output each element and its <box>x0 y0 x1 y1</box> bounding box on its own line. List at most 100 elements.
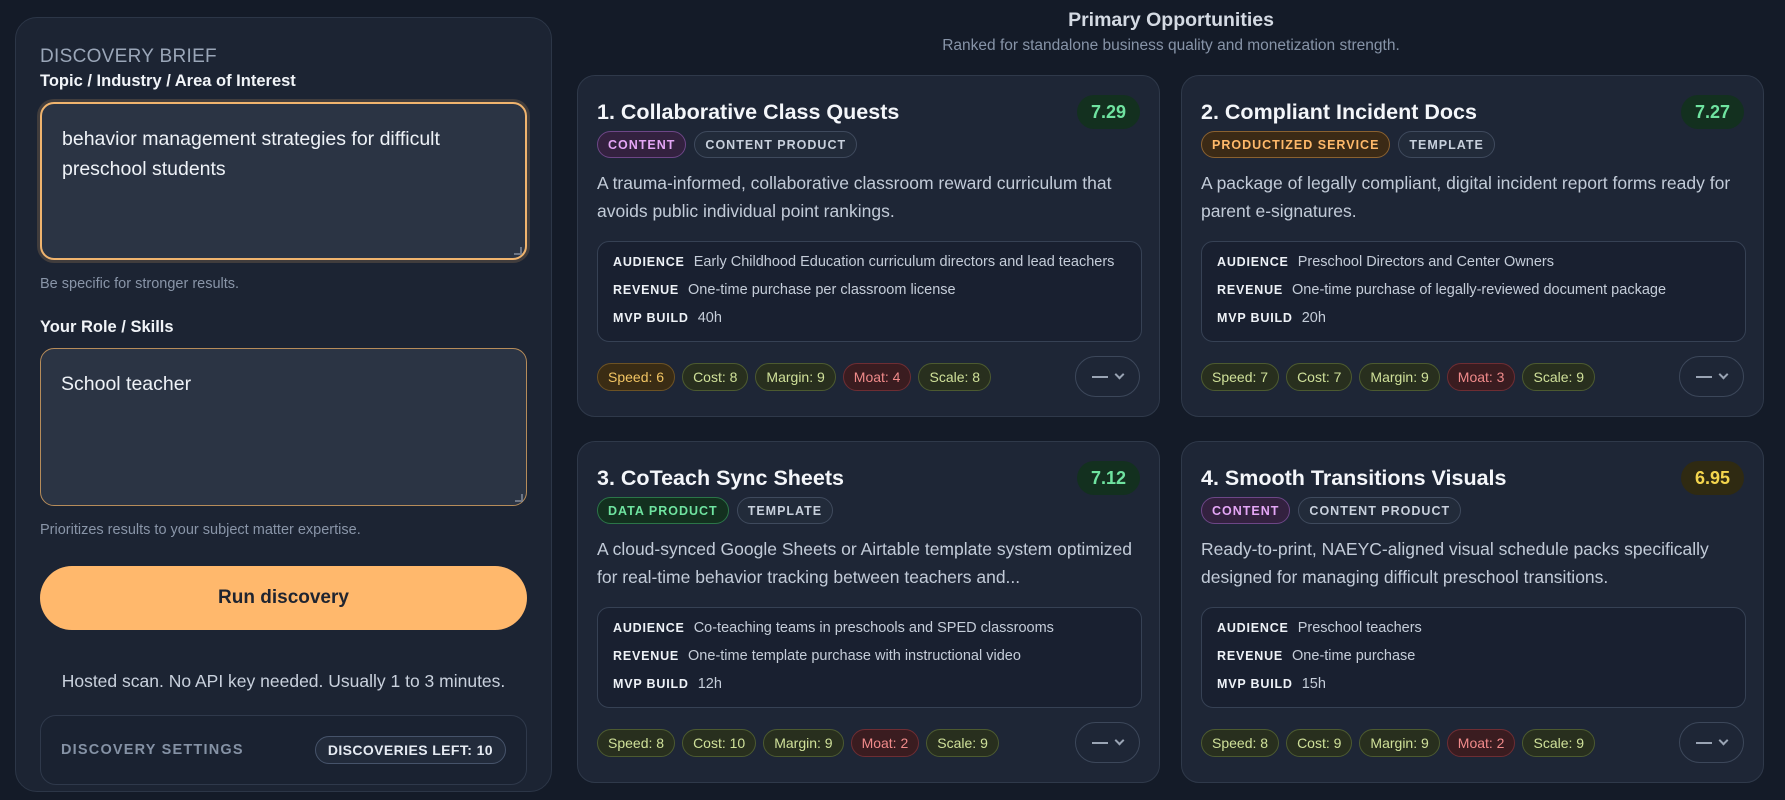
revenue-label: REVENUE <box>613 283 680 297</box>
role-input[interactable]: School teacher <box>40 348 527 506</box>
card-meta: AUDIENCE Co-teaching teams in preschools … <box>597 607 1142 708</box>
moat-metric: Moat: 4 <box>842 363 912 391</box>
score-badge: 7.12 <box>1076 461 1140 495</box>
page-title: Primary Opportunities <box>1068 9 1274 31</box>
revenue-label: REVENUE <box>1217 283 1284 297</box>
mvp-label: MVP BUILD <box>1217 677 1293 691</box>
expand-toggle[interactable] <box>1679 722 1744 763</box>
mvp-label: MVP BUILD <box>613 311 689 325</box>
type-tag: TEMPLATE <box>736 497 834 524</box>
cost-metric: Cost: 7 <box>1286 363 1353 391</box>
role-input-value: School teacher <box>61 373 192 395</box>
audience-value: Early Childhood Education curriculum dir… <box>693 254 1115 270</box>
revenue-label: REVENUE <box>613 649 680 663</box>
tag-list: PRODUCTIZED SERVICE TEMPLATE <box>1201 131 1495 158</box>
chevron-down-icon <box>1718 369 1729 380</box>
dash-icon <box>1092 375 1108 378</box>
score-badge: 7.29 <box>1076 95 1140 129</box>
mvp-label: MVP BUILD <box>1217 311 1293 325</box>
mvp-label: MVP BUILD <box>613 677 689 691</box>
card-description: A trauma-informed, collaborative classro… <box>597 173 1112 221</box>
audience-label: AUDIENCE <box>1217 621 1289 635</box>
hosted-note: Hosted scan. No API key needed. Usually … <box>61 671 506 691</box>
card-title: 3. CoTeach Sync Sheets <box>597 466 844 490</box>
cost-metric: Cost: 10 <box>682 729 757 757</box>
resize-handle-icon[interactable] <box>515 494 523 502</box>
card-description: A cloud-synced Google Sheets or Airtable… <box>597 539 1132 587</box>
speed-metric: Speed: 7 <box>1201 363 1280 391</box>
resize-handle-icon[interactable] <box>514 247 522 255</box>
discovery-brief-panel: DISCOVERY BRIEF Topic / Industry / Area … <box>15 17 552 792</box>
audience-value: Preschool teachers <box>1297 620 1422 636</box>
category-tag: CONTENT <box>1201 497 1291 524</box>
topic-input-value: behavior management strategies for diffi… <box>62 128 440 180</box>
role-hint: Prioritizes results to your subject matt… <box>40 522 361 538</box>
margin-metric: Margin: 9 <box>1359 729 1440 757</box>
revenue-value: One-time template purchase with instruct… <box>688 648 1021 664</box>
expand-toggle[interactable] <box>1679 356 1744 397</box>
topic-label: Topic / Industry / Area of Interest <box>40 72 296 90</box>
metric-list: Speed: 8 Cost: 9 Margin: 9 Moat: 2 Scale… <box>1201 729 1596 757</box>
tag-list: CONTENT CONTENT PRODUCT <box>1201 497 1462 524</box>
opportunity-card[interactable]: 2. Compliant Incident Docs 7.27 PRODUCTI… <box>1181 75 1764 417</box>
page-subtitle: Ranked for standalone business quality a… <box>942 37 1400 54</box>
settings-label: DISCOVERY SETTINGS <box>61 742 244 758</box>
audience-label: AUDIENCE <box>1217 255 1289 269</box>
tag-list: DATA PRODUCT TEMPLATE <box>597 497 834 524</box>
topic-input[interactable]: behavior management strategies for diffi… <box>40 102 527 260</box>
card-title: 4. Smooth Transitions Visuals <box>1201 466 1507 490</box>
topic-hint: Be specific for stronger results. <box>40 276 240 292</box>
revenue-label: REVENUE <box>1217 649 1284 663</box>
audience-value: Co-teaching teams in preschools and SPED… <box>693 620 1054 636</box>
speed-metric: Speed: 8 <box>1201 729 1280 757</box>
role-label: Your Role / Skills <box>40 318 174 336</box>
type-tag: TEMPLATE <box>1398 131 1495 158</box>
metric-list: Speed: 7 Cost: 7 Margin: 9 Moat: 3 Scale… <box>1201 363 1596 391</box>
dash-icon <box>1696 375 1712 378</box>
scale-metric: Scale: 9 <box>1522 363 1596 391</box>
audience-value: Preschool Directors and Center Owners <box>1297 254 1554 270</box>
discovery-settings[interactable]: DISCOVERY SETTINGS DISCOVERIES LEFT: 10 <box>40 715 527 785</box>
revenue-value: One-time purchase per classroom license <box>688 282 956 298</box>
opportunity-card[interactable]: 1. Collaborative Class Quests 7.29 CONTE… <box>577 75 1160 417</box>
cost-metric: Cost: 8 <box>682 363 749 391</box>
mvp-value: 12h <box>697 676 722 692</box>
card-title: 2. Compliant Incident Docs <box>1201 100 1477 124</box>
scale-metric: Scale: 9 <box>1522 729 1596 757</box>
score-badge: 6.95 <box>1680 461 1744 495</box>
opportunity-card[interactable]: 4. Smooth Transitions Visuals 6.95 CONTE… <box>1181 441 1764 783</box>
run-discovery-button[interactable]: Run discovery <box>40 566 527 630</box>
revenue-value: One-time purchase <box>1292 648 1416 664</box>
moat-metric: Moat: 2 <box>850 729 920 757</box>
mvp-value: 20h <box>1301 310 1326 326</box>
audience-label: AUDIENCE <box>613 255 685 269</box>
dash-icon <box>1696 741 1712 744</box>
chevron-down-icon <box>1718 735 1729 746</box>
type-tag: CONTENT PRODUCT <box>1298 497 1462 524</box>
expand-toggle[interactable] <box>1075 356 1140 397</box>
margin-metric: Margin: 9 <box>755 363 836 391</box>
card-description: A package of legally compliant, digital … <box>1201 173 1731 221</box>
moat-metric: Moat: 3 <box>1446 363 1516 391</box>
audience-label: AUDIENCE <box>613 621 685 635</box>
moat-metric: Moat: 2 <box>1446 729 1516 757</box>
scale-metric: Scale: 8 <box>918 363 992 391</box>
brief-title: DISCOVERY BRIEF <box>40 46 217 67</box>
chevron-down-icon <box>1114 369 1125 380</box>
discoveries-left-badge: DISCOVERIES LEFT: 10 <box>314 736 506 764</box>
cost-metric: Cost: 9 <box>1286 729 1353 757</box>
category-tag: CONTENT <box>597 131 687 158</box>
card-meta: AUDIENCE Preschool Directors and Center O… <box>1201 241 1746 342</box>
chevron-down-icon <box>1114 735 1125 746</box>
margin-metric: Margin: 9 <box>763 729 844 757</box>
card-description: Ready-to-print, NAEYC-aligned visual sch… <box>1201 539 1709 587</box>
metric-list: Speed: 8 Cost: 10 Margin: 9 Moat: 2 Scal… <box>597 729 999 757</box>
card-meta: AUDIENCE Preschool teachers REVENUE One-ti… <box>1201 607 1746 708</box>
revenue-value: One-time purchase of legally-reviewed do… <box>1292 282 1667 298</box>
opportunity-card[interactable]: 3. CoTeach Sync Sheets 7.12 DATA PRODUCT… <box>577 441 1160 783</box>
score-badge: 7.27 <box>1680 95 1744 129</box>
expand-toggle[interactable] <box>1075 722 1140 763</box>
metric-list: Speed: 6 Cost: 8 Margin: 9 Moat: 4 Scale… <box>597 363 992 391</box>
category-tag: PRODUCTIZED SERVICE <box>1201 131 1391 158</box>
category-tag: DATA PRODUCT <box>597 497 729 524</box>
